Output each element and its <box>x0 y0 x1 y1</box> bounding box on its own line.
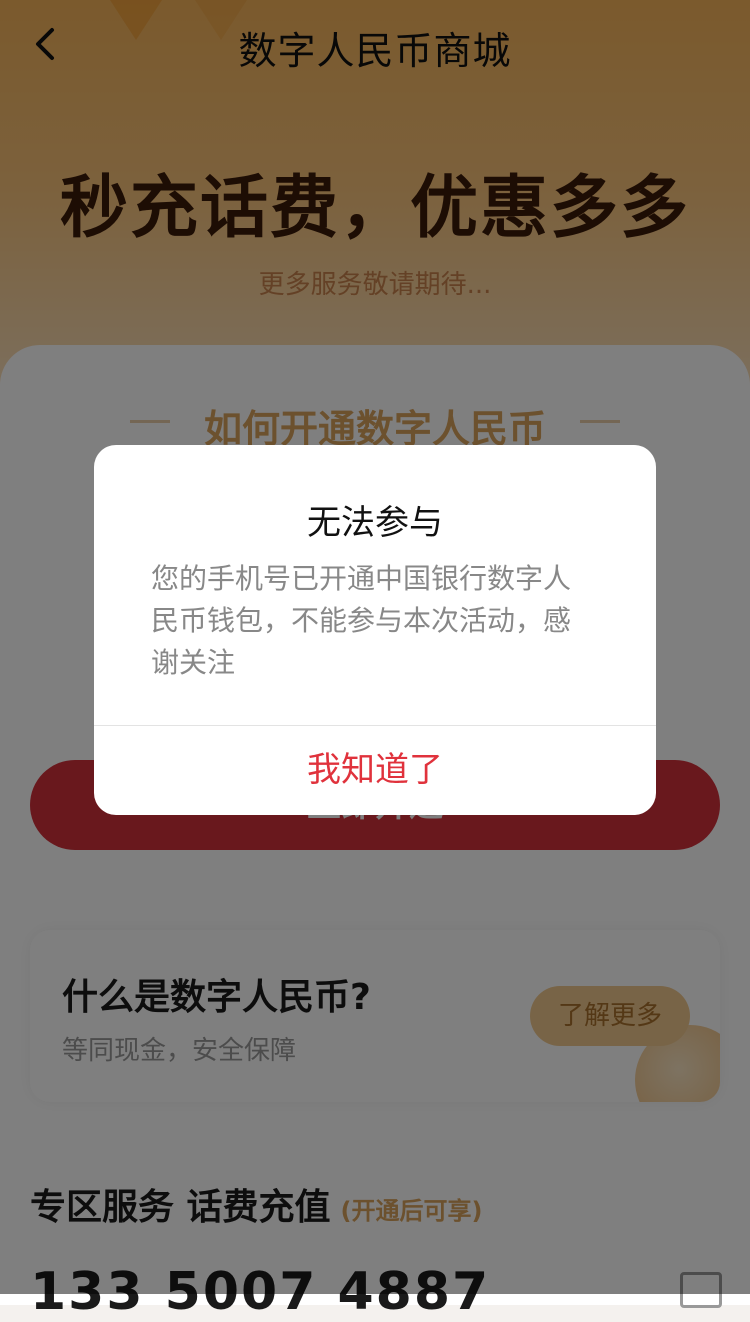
alert-dialog: 无法参与 您的手机号已开通中国银行数字人民币钱包，不能参与本次活动，感谢关注 我… <box>94 445 656 815</box>
dialog-message: 您的手机号已开通中国银行数字人民币钱包，不能参与本次活动，感谢关注 <box>151 562 572 679</box>
dialog-title: 无法参与 <box>307 503 443 543</box>
confirm-button[interactable]: 我知道了 <box>94 726 656 815</box>
